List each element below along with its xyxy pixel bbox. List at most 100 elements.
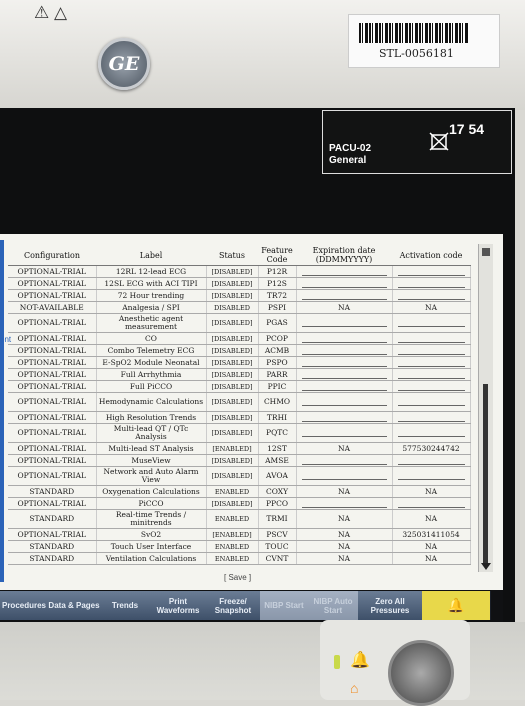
softkey-data-pages[interactable]: Data & Pages bbox=[48, 591, 101, 620]
cell-configuration: OPTIONAL-TRIAL bbox=[8, 466, 97, 486]
bed-label: PACU-02 General bbox=[329, 143, 372, 166]
cell-configuration: OPTIONAL-TRIAL bbox=[8, 454, 97, 467]
table-row[interactable]: OPTIONAL-TRIAL Network and Auto Alarm Vie… bbox=[8, 466, 471, 486]
table-row[interactable]: STANDARD Real-time Trends / minitrends ENA… bbox=[8, 509, 471, 529]
cell-label: Multi-lead QT / QTc Analysis bbox=[96, 423, 207, 443]
softkey-freeze-snapshot[interactable]: Freeze/ Snapshot bbox=[206, 591, 261, 620]
cell-label: 12RL 12-lead ECG bbox=[96, 265, 207, 278]
cell-activation-code bbox=[392, 454, 471, 467]
cell-label: Hemodynamic Calculations bbox=[96, 392, 207, 412]
cell-expiration-date bbox=[296, 289, 393, 302]
cell-feature-code: PSPO bbox=[258, 356, 297, 369]
cell-feature-code: PARR bbox=[258, 368, 297, 381]
cell-label: Real-time Trends / minitrends bbox=[96, 509, 207, 529]
trim-knob[interactable] bbox=[388, 640, 454, 706]
cell-feature-code: PCOP bbox=[258, 332, 297, 345]
cell-configuration: OPTIONAL-TRIAL bbox=[8, 313, 97, 333]
cell-feature-code: PSCV bbox=[258, 528, 297, 541]
cell-configuration: OPTIONAL-TRIAL bbox=[8, 442, 97, 455]
cell-label: 72 Hour trending bbox=[96, 289, 207, 302]
patient-info-box[interactable]: PACU-02 General 17 54 bbox=[322, 110, 512, 174]
table-row[interactable]: OPTIONAL-TRIAL Full PiCCO [DISABLED] PPIC bbox=[8, 380, 471, 393]
scroll-up-icon[interactable] bbox=[482, 248, 490, 256]
cell-status: [DISABLED] bbox=[206, 289, 259, 302]
warning-icons: ⚠ △ bbox=[34, 3, 68, 22]
table-row[interactable]: STANDARD Touch User Interface ENABLED TOUC N… bbox=[8, 540, 471, 553]
softkey-trends[interactable]: Trends bbox=[100, 591, 151, 620]
table-row[interactable]: OPTIONAL-TRIAL CO [DISABLED] PCOP bbox=[8, 332, 471, 345]
scroll-down-icon[interactable] bbox=[481, 563, 491, 570]
table-scrollbar[interactable] bbox=[478, 244, 493, 572]
cell-label: High Resolution Trends bbox=[96, 411, 207, 424]
table-row[interactable]: OPTIONAL-TRIAL Hemodynamic Calculations [D… bbox=[8, 392, 471, 412]
cell-label: MuseView bbox=[96, 454, 207, 467]
table-row[interactable]: OPTIONAL-TRIAL MuseView [DISABLED] AMSE bbox=[8, 454, 471, 467]
table-row[interactable]: OPTIONAL-TRIAL Multi-lead QT / QTc Analys… bbox=[8, 423, 471, 443]
cell-feature-code: TOUC bbox=[258, 540, 297, 553]
cell-status: [DISABLED] bbox=[206, 356, 259, 369]
scroll-thumb[interactable] bbox=[483, 384, 488, 564]
cell-activation-code bbox=[392, 497, 471, 510]
cell-configuration: OPTIONAL-TRIAL bbox=[8, 497, 97, 510]
cell-configuration: NOT-AVAILABLE bbox=[8, 301, 97, 314]
cell-feature-code: 12ST bbox=[258, 442, 297, 455]
cell-label: Touch User Interface bbox=[96, 540, 207, 553]
cell-feature-code: P12S bbox=[258, 277, 297, 290]
alarm-key[interactable]: 🔔 bbox=[422, 591, 491, 620]
table-row[interactable]: OPTIONAL-TRIAL High Resolution Trends [DIS… bbox=[8, 411, 471, 424]
cell-status: [DISABLED] bbox=[206, 411, 259, 424]
home-icon[interactable]: ⌂ bbox=[350, 680, 358, 696]
cell-configuration: OPTIONAL-TRIAL bbox=[8, 528, 97, 541]
cell-feature-code: TRHI bbox=[258, 411, 297, 424]
table-row[interactable]: OPTIONAL-TRIAL Anesthetic agent measureme… bbox=[8, 313, 471, 333]
cell-activation-code bbox=[392, 368, 471, 381]
softkey-nibp-auto-start[interactable]: NIBP Auto Start bbox=[308, 591, 359, 620]
table-row[interactable]: OPTIONAL-TRIAL E-SpO2 Module Neonatal [DIS… bbox=[8, 356, 471, 369]
table-row[interactable]: STANDARD Oxygenation Calculations ENABLED C… bbox=[8, 485, 471, 498]
cell-activation-code bbox=[392, 356, 471, 369]
table-row[interactable]: OPTIONAL-TRIAL SvO2 [ENABLED] PSCV NA 3250314… bbox=[8, 528, 471, 541]
cell-configuration: OPTIONAL-TRIAL bbox=[8, 368, 97, 381]
cell-label: 12SL ECG with ACI TIPI bbox=[96, 277, 207, 290]
cell-activation-code bbox=[392, 313, 471, 333]
table-row[interactable]: OPTIONAL-TRIAL Multi-lead ST Analysis [ENA… bbox=[8, 442, 471, 455]
cell-status: [DISABLED] bbox=[206, 332, 259, 345]
table-row[interactable]: STANDARD Ventilation Calculations ENABLED C… bbox=[8, 552, 471, 565]
softkey-print-waveforms[interactable]: Print Waveforms bbox=[150, 591, 207, 620]
table-row[interactable]: OPTIONAL-TRIAL 72 Hour trending [DISABLED]… bbox=[8, 289, 471, 302]
softkey-nibp-start[interactable]: NIBP Start bbox=[260, 591, 309, 620]
cell-configuration: OPTIONAL-TRIAL bbox=[8, 392, 97, 412]
cell-label: Network and Auto Alarm View bbox=[96, 466, 207, 486]
alarm-silence-icon[interactable]: 🔔 bbox=[350, 650, 370, 670]
cell-status: ENABLED bbox=[206, 509, 259, 529]
cell-configuration: OPTIONAL-TRIAL bbox=[8, 356, 97, 369]
softkey-bar: Procedures Data & Pages Trends Print Wavefo… bbox=[0, 590, 503, 622]
cell-status: [DISABLED] bbox=[206, 368, 259, 381]
table-row[interactable]: OPTIONAL-TRIAL 12SL ECG with ACI TIPI [DIS… bbox=[8, 277, 471, 290]
table-row[interactable]: NOT-AVAILABLE Analgesia / SPI DISABLED PSPI… bbox=[8, 301, 471, 314]
softkey-procedures[interactable]: Procedures bbox=[0, 591, 49, 620]
asset-tag: STL-0056181 bbox=[379, 47, 454, 60]
cell-activation-code: 325031411054 bbox=[392, 528, 471, 541]
cell-activation-code bbox=[392, 265, 471, 278]
cell-status: [DISABLED] bbox=[206, 313, 259, 333]
cell-feature-code: ACMB bbox=[258, 344, 297, 357]
cell-label: Full Arrhythmia bbox=[96, 368, 207, 381]
cell-expiration-date: NA bbox=[296, 301, 393, 314]
cell-expiration-date: NA bbox=[296, 528, 393, 541]
table-row[interactable]: OPTIONAL-TRIAL PiCCO [DISABLED] PPCO bbox=[8, 497, 471, 510]
monitor-bezel-top: ⚠ △ GE STL-0056181 bbox=[0, 0, 525, 110]
softkey-zero-all-pressures[interactable]: Zero All Pressures bbox=[358, 591, 423, 620]
save-button[interactable]: [ Save ] bbox=[224, 573, 251, 582]
cell-label: SvO2 bbox=[96, 528, 207, 541]
cell-expiration-date bbox=[296, 454, 393, 467]
header-expiration-date: Expiration date (DDMMYYYY) bbox=[296, 245, 392, 266]
cell-status: [DISABLED] bbox=[206, 466, 259, 486]
cell-feature-code: AVOA bbox=[258, 466, 297, 486]
cell-activation-code: NA bbox=[392, 552, 471, 565]
table-row[interactable]: OPTIONAL-TRIAL Full Arrhythmia [DISABLED] P… bbox=[8, 368, 471, 381]
cell-configuration: OPTIONAL-TRIAL bbox=[8, 411, 97, 424]
cell-activation-code bbox=[392, 289, 471, 302]
table-row[interactable]: OPTIONAL-TRIAL Combo Telemetry ECG [DISABL… bbox=[8, 344, 471, 357]
table-row[interactable]: OPTIONAL-TRIAL 12RL 12-lead ECG [DISABLED]… bbox=[8, 265, 471, 278]
